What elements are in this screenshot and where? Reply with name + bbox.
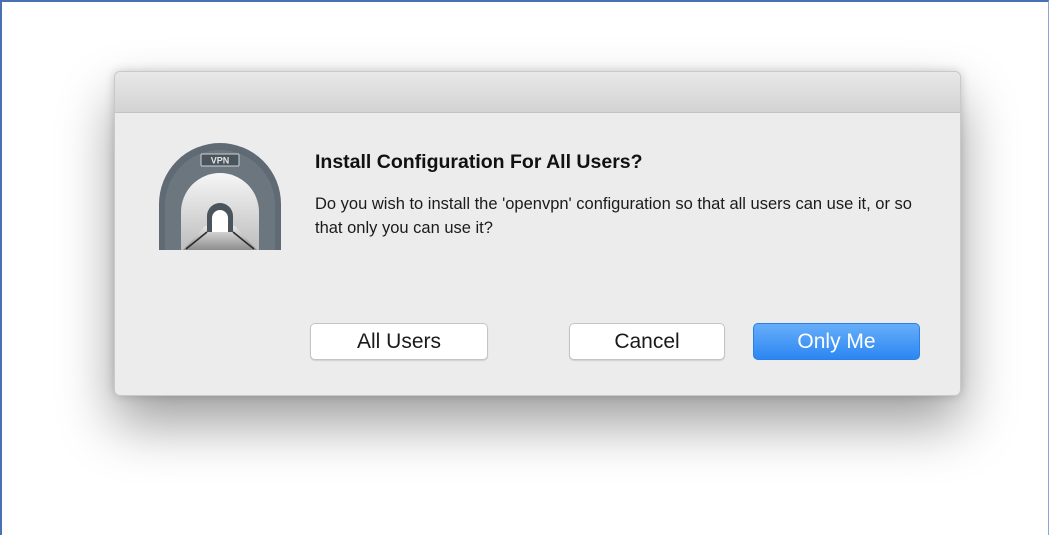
window-frame: VPN Install Configuration For All Users?…: [0, 0, 1049, 535]
dialog-title: Install Configuration For All Users?: [315, 151, 643, 173]
install-configuration-dialog: VPN Install Configuration For All Users?…: [114, 71, 961, 396]
cancel-button[interactable]: Cancel: [569, 323, 725, 360]
all-users-button[interactable]: All Users: [310, 323, 488, 360]
vpn-label: VPN: [211, 156, 230, 166]
only-me-button[interactable]: Only Me: [753, 323, 920, 360]
tunnel-exit-light: [212, 210, 228, 232]
dialog-titlebar[interactable]: [115, 72, 960, 113]
vpn-tunnel-icon: VPN: [159, 143, 281, 250]
dialog-message: Do you wish to install the 'openvpn' con…: [315, 195, 912, 237]
